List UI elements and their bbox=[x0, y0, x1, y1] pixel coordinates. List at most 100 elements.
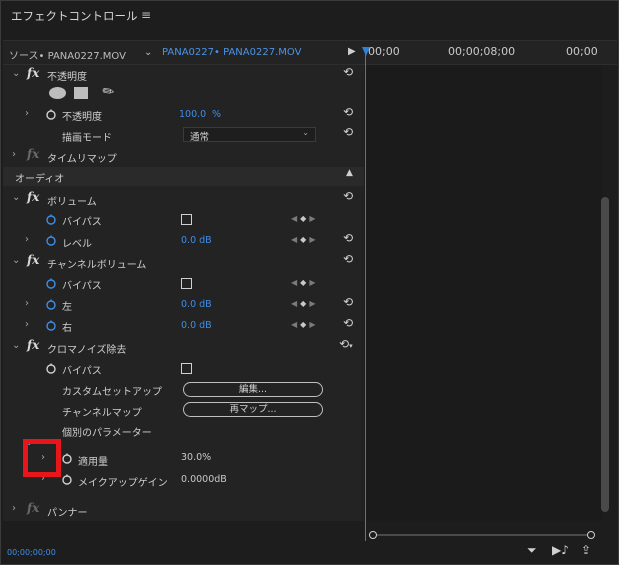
stopwatch-icon[interactable] bbox=[46, 109, 56, 120]
chevron-down-icon[interactable]: ⌄ bbox=[12, 192, 20, 203]
chevron-right-icon[interactable]: › bbox=[25, 319, 29, 330]
audio-header-label: オーディオ bbox=[15, 174, 65, 185]
custom-setup-row: カスタムセットアップ 編集... bbox=[3, 380, 364, 400]
params-header-row: 個別のパラメーター bbox=[3, 421, 364, 441]
stopwatch-icon[interactable] bbox=[46, 235, 56, 246]
filter-icon[interactable]: ⏷ bbox=[527, 543, 537, 558]
reset-icon[interactable]: ⟲ bbox=[343, 189, 353, 203]
ellipse-mask-icon[interactable] bbox=[49, 87, 66, 99]
effect-name: タイムリマップ bbox=[47, 154, 117, 165]
channel-map-label: チャンネルマップ bbox=[62, 408, 142, 419]
effect-name: クロマノイズ除去 bbox=[47, 345, 127, 356]
opacity-unit: % bbox=[212, 109, 222, 120]
channel-map-row: チャンネルマップ 再マップ... bbox=[3, 400, 364, 420]
left-label: 左 bbox=[62, 302, 72, 313]
reset-icon[interactable]: ⟲ bbox=[343, 65, 353, 79]
play-icon[interactable]: ▶ bbox=[348, 46, 356, 57]
source-selector[interactable]: ソース• PANA0227.MOV bbox=[9, 47, 126, 62]
effect-time-remap[interactable]: › fx タイムリマップ bbox=[3, 146, 364, 166]
chevron-down-icon[interactable]: ⌄ bbox=[12, 340, 20, 351]
playhead-marker[interactable] bbox=[362, 47, 370, 56]
reset-dropdown-icon[interactable]: ⟲▾ bbox=[339, 337, 353, 351]
panel-title: エフェクトコントロール bbox=[11, 9, 138, 23]
amount-value[interactable]: 30.0% bbox=[181, 452, 211, 463]
zoom-handle-left[interactable] bbox=[369, 531, 377, 539]
effect-panner[interactable]: › fx パンナー bbox=[3, 500, 364, 520]
custom-setup-label: カスタムセットアップ bbox=[62, 387, 162, 398]
level-value[interactable]: 0.0 dB bbox=[181, 235, 212, 246]
reset-icon[interactable]: ⟲ bbox=[343, 316, 353, 330]
chevron-right-icon[interactable]: › bbox=[12, 149, 16, 160]
horizontal-zoom-scrollbar[interactable] bbox=[369, 531, 595, 539]
reset-icon[interactable]: ⟲ bbox=[343, 252, 353, 266]
chroma-bypass-row: バイパス bbox=[3, 359, 364, 379]
fx-icon[interactable]: fx bbox=[27, 338, 39, 352]
bypass-checkbox[interactable] bbox=[181, 363, 192, 374]
fx-icon[interactable]: fx bbox=[27, 190, 39, 204]
stopwatch-icon[interactable] bbox=[46, 214, 56, 225]
params-header-label: 個別のパラメーター bbox=[62, 428, 152, 439]
keyframe-timeline-area[interactable] bbox=[366, 65, 603, 521]
reset-icon[interactable]: ⟲ bbox=[343, 295, 353, 309]
chevron-right-icon[interactable]: › bbox=[25, 298, 29, 309]
effect-chroma-noise[interactable]: ⌄ fx クロマノイズ除去 ⟲▾ bbox=[3, 337, 364, 357]
effect-name: 不透明度 bbox=[47, 72, 87, 83]
keyframe-navigator[interactable]: ◀◆▶ bbox=[291, 235, 318, 244]
audio-section-header[interactable]: オーディオ ▲ bbox=[3, 167, 364, 186]
timecode-display[interactable]: 00;00;00;00 bbox=[7, 548, 56, 557]
time-ruler[interactable]: 00;00 00;00;08;00 00;00 bbox=[368, 45, 598, 58]
opacity-value[interactable]: 100.0 bbox=[179, 109, 206, 120]
chevron-down-icon[interactable]: ⌄ bbox=[144, 47, 152, 58]
stopwatch-icon[interactable] bbox=[46, 363, 56, 374]
playhead-line[interactable] bbox=[365, 49, 366, 541]
right-value[interactable]: 0.0 dB bbox=[181, 320, 212, 331]
chevron-down-icon[interactable]: ⌄ bbox=[12, 68, 20, 79]
effect-volume[interactable]: ⌄ fx ボリューム ⟲ bbox=[3, 189, 364, 209]
effect-controls-panel: エフェクトコントロール ≡ ソース• PANA0227.MOV ⌄ PANA02… bbox=[0, 0, 619, 565]
remap-button[interactable]: 再マップ... bbox=[183, 402, 323, 417]
blend-mode-value: 通常 bbox=[190, 132, 210, 143]
reset-icon[interactable]: ⟲ bbox=[343, 231, 353, 245]
edit-button[interactable]: 編集... bbox=[183, 382, 323, 397]
export-icon[interactable]: ⇪ bbox=[581, 543, 591, 557]
stopwatch-icon[interactable] bbox=[62, 453, 72, 464]
fx-icon[interactable]: fx bbox=[27, 66, 39, 80]
vertical-scrollbar[interactable] bbox=[601, 197, 609, 512]
chevron-down-icon[interactable]: ⌄ bbox=[12, 255, 20, 266]
effect-opacity[interactable]: ⌄ fx 不透明度 ⟲ bbox=[3, 65, 364, 85]
collapse-up-icon[interactable]: ▲ bbox=[346, 168, 353, 178]
keyframe-navigator[interactable]: ◀◆▶ bbox=[291, 214, 318, 223]
keyframe-navigator[interactable]: ◀◆▶ bbox=[291, 278, 318, 287]
bypass-checkbox[interactable] bbox=[181, 214, 192, 225]
keyframe-navigator[interactable]: ◀◆▶ bbox=[291, 299, 318, 308]
channel-bypass-row: バイパス ◀◆▶ bbox=[3, 274, 364, 294]
ruler-label-start: 00;00 bbox=[368, 45, 400, 58]
stopwatch-icon[interactable] bbox=[46, 278, 56, 289]
reset-icon[interactable]: ⟲ bbox=[343, 105, 353, 119]
blend-mode-select[interactable]: 通常 ⌄ bbox=[183, 127, 316, 143]
zoom-track bbox=[373, 534, 591, 536]
effect-channel-volume[interactable]: ⌄ fx チャンネルボリューム ⟲ bbox=[3, 252, 364, 272]
highlight-box bbox=[23, 439, 61, 477]
effect-name: チャンネルボリューム bbox=[47, 260, 147, 271]
panel-menu-icon[interactable]: ≡ bbox=[141, 8, 151, 22]
stopwatch-icon[interactable] bbox=[62, 474, 72, 485]
chevron-right-icon[interactable]: › bbox=[25, 108, 29, 119]
zoom-handle-right[interactable] bbox=[587, 531, 595, 539]
keyframe-navigator[interactable]: ◀◆▶ bbox=[291, 320, 318, 329]
bypass-checkbox[interactable] bbox=[181, 278, 192, 289]
level-label: レベル bbox=[62, 239, 92, 250]
pen-mask-icon[interactable]: ✎ bbox=[99, 82, 118, 102]
play-audio-icon[interactable]: ▶♪ bbox=[552, 543, 569, 557]
reset-icon[interactable]: ⟲ bbox=[343, 125, 353, 139]
chevron-right-icon[interactable]: › bbox=[12, 503, 16, 514]
stopwatch-icon[interactable] bbox=[46, 320, 56, 331]
makeup-gain-label: メイクアップゲイン bbox=[78, 478, 168, 489]
chevron-right-icon[interactable]: › bbox=[25, 234, 29, 245]
sequence-clip-tab[interactable]: PANA0227• PANA0227.MOV bbox=[162, 47, 301, 58]
rectangle-mask-icon[interactable] bbox=[74, 87, 88, 99]
stopwatch-icon[interactable] bbox=[46, 299, 56, 310]
fx-icon[interactable]: fx bbox=[27, 253, 39, 267]
makeup-gain-value[interactable]: 0.0000dB bbox=[181, 474, 227, 485]
left-value[interactable]: 0.0 dB bbox=[181, 299, 212, 310]
